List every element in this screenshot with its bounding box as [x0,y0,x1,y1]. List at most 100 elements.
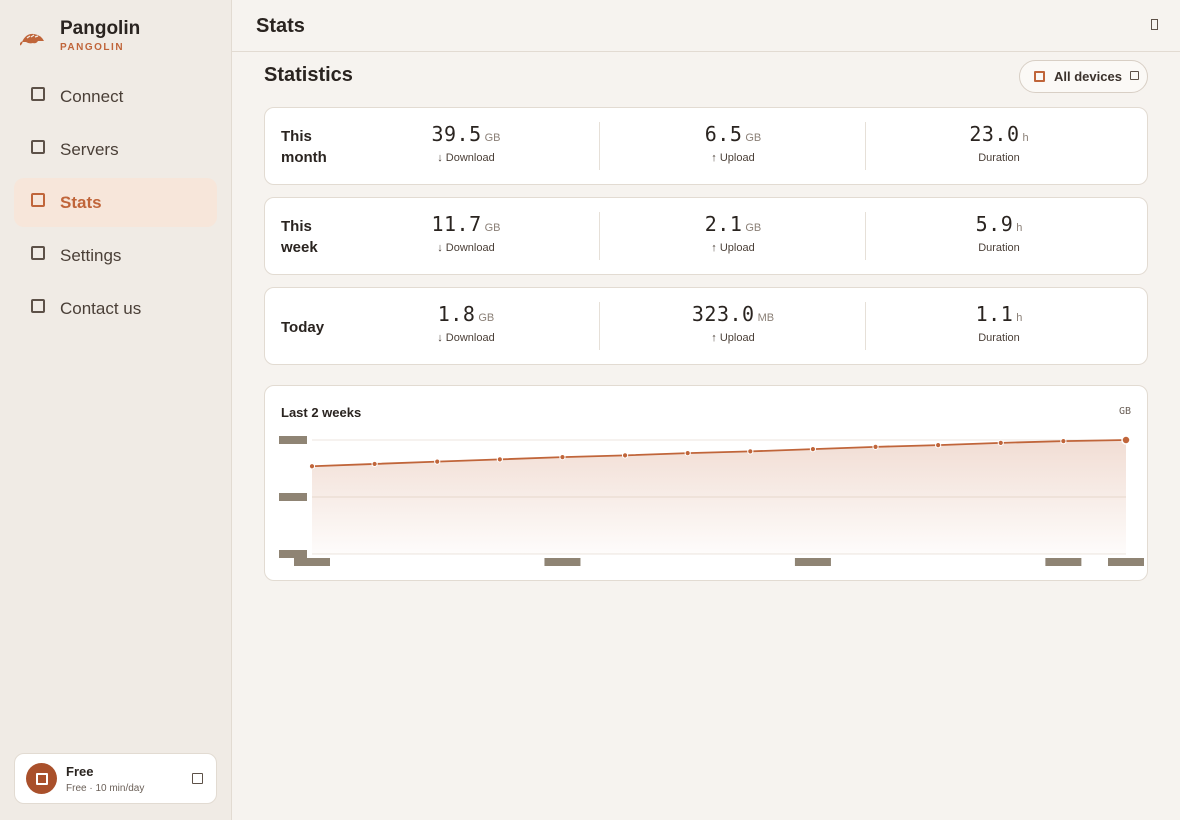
sidebar-item-contact-us[interactable]: Contact us [14,284,217,333]
download-stat: 39.5 GB ↓ Download [333,122,599,164]
app-name: Pangolin [60,18,141,39]
usage-chart-card: Last 2 weeks GB [264,385,1148,581]
stat-unit: GB [478,312,495,324]
stat-label: ↓ Download [437,242,495,254]
device-filter-label: All devices [1054,69,1122,84]
stat-value: 5.9 [975,212,1014,236]
stat-value: 1.1 [975,302,1014,326]
stat-value: 11.7 [431,212,482,236]
stat-label: ↑ Upload [711,152,755,164]
duration-stat: 23.0 h Duration [866,122,1132,164]
data-point [1060,438,1067,445]
data-point [747,448,754,455]
square-icon [31,86,45,101]
page-title: Stats [256,15,305,37]
sidebar-item-label: Contact us [60,298,142,318]
upload-stat: 6.5 GB ↑ Upload [600,122,866,164]
stat-value: 39.5 [431,122,482,146]
chevron-down-icon [1129,70,1139,80]
sidebar-item-settings[interactable]: Settings [14,231,217,280]
upload-stat: 2.1 GB ↑ Upload [600,212,866,254]
plan-description: Free · 10 min/day [66,782,145,794]
data-point [308,463,316,470]
y-tick-label [279,493,307,501]
duration-stat: 5.9 h Duration [866,212,1132,254]
stat-unit: h [1016,222,1023,234]
brand[interactable]: Pangolin PANGOLIN [20,18,140,53]
device-icon [1034,71,1045,82]
avatar [26,763,57,794]
plan-menu-icon[interactable] [192,773,203,784]
stat-unit: MB [757,312,775,324]
stat-period: This week [281,218,318,256]
data-point [684,450,691,457]
stat-period: This month [281,128,327,166]
stat-value: 1.8 [437,302,476,326]
stat-unit: GB [484,132,501,144]
stat-label: Duration [978,332,1020,344]
data-point [935,442,942,449]
sidebar-item-connect[interactable]: Connect [14,72,217,121]
stat-label: ↑ Upload [711,332,755,344]
stats-card-month: This month 39.5 GB ↓ Download 6.5 GB ↑ Upl… [264,107,1148,185]
sidebar-item-label: Servers [60,139,119,159]
pangolin-logo-icon [20,33,44,46]
download-stat: 1.8 GB ↓ Download [333,302,599,344]
device-filter-button[interactable]: All devices [1019,60,1148,93]
square-icon [35,772,48,785]
series-area [312,440,1126,554]
stat-value: 23.0 [969,122,1020,146]
x-tick-label [544,558,581,566]
top-bar: Stats [232,0,1180,52]
stat-unit: GB [745,222,762,234]
duration-stat: 1.1 h Duration [866,302,1132,344]
data-point [434,458,441,465]
stats-card-today: Today 1.8 GB ↓ Download 323.0 MB ↑ Upload … [264,287,1148,365]
plan-card[interactable]: Free Free · 10 min/day [14,753,217,804]
x-tick-label [294,558,330,566]
stat-label: ↓ Download [437,152,495,164]
sidebar-item-stats[interactable]: Stats [14,178,217,227]
x-tick-label [1108,558,1144,566]
sidebar-item-label: Settings [60,245,122,265]
stat-label: ↓ Download [437,332,495,344]
stat-unit: GB [745,132,762,144]
stat-label: ↑ Upload [711,242,755,254]
square-icon [31,192,45,207]
data-point [872,443,879,450]
stat-unit: h [1022,132,1029,144]
square-icon [31,298,45,313]
stat-label: Duration [978,242,1020,254]
plan-name: Free [66,763,94,779]
data-point [621,452,629,459]
y-tick-label [279,550,307,558]
stat-value: 6.5 [704,122,743,146]
data-point [371,460,378,468]
download-stat: 11.7 GB ↓ Download [333,212,599,254]
data-point [997,439,1004,446]
x-tick-label [794,558,831,566]
sidebar-item-servers[interactable]: Servers [14,125,217,174]
app-subtitle: PANGOLIN [60,42,125,53]
sidebar-item-label: Stats [60,192,102,212]
stat-unit: h [1016,312,1023,324]
stat-unit: GB [484,222,501,234]
stat-value: 2.1 [704,212,743,236]
section-title: Statistics [264,64,353,86]
square-icon [31,245,45,260]
sidebar-item-label: Connect [60,86,124,106]
window-control-icon[interactable] [1151,19,1158,30]
upload-stat: 323.0 MB ↑ Upload [600,302,866,344]
square-icon [31,139,45,154]
usage-chart [279,435,1144,566]
stat-label: Duration [978,152,1020,164]
stat-value: 323.0 [691,302,755,326]
data-point [809,446,817,453]
data-point [559,454,566,461]
data-point [496,456,503,463]
stats-card-week: This week 11.7 GB ↓ Download 2.1 GB ↑ Uplo… [264,197,1148,275]
stat-period: Today [281,319,325,336]
sidebar: Pangolin PANGOLIN Connect Servers Stats … [0,0,232,820]
sidebar-nav: Connect Servers Stats Settings Contact u… [14,72,217,337]
data-point [1121,435,1131,445]
